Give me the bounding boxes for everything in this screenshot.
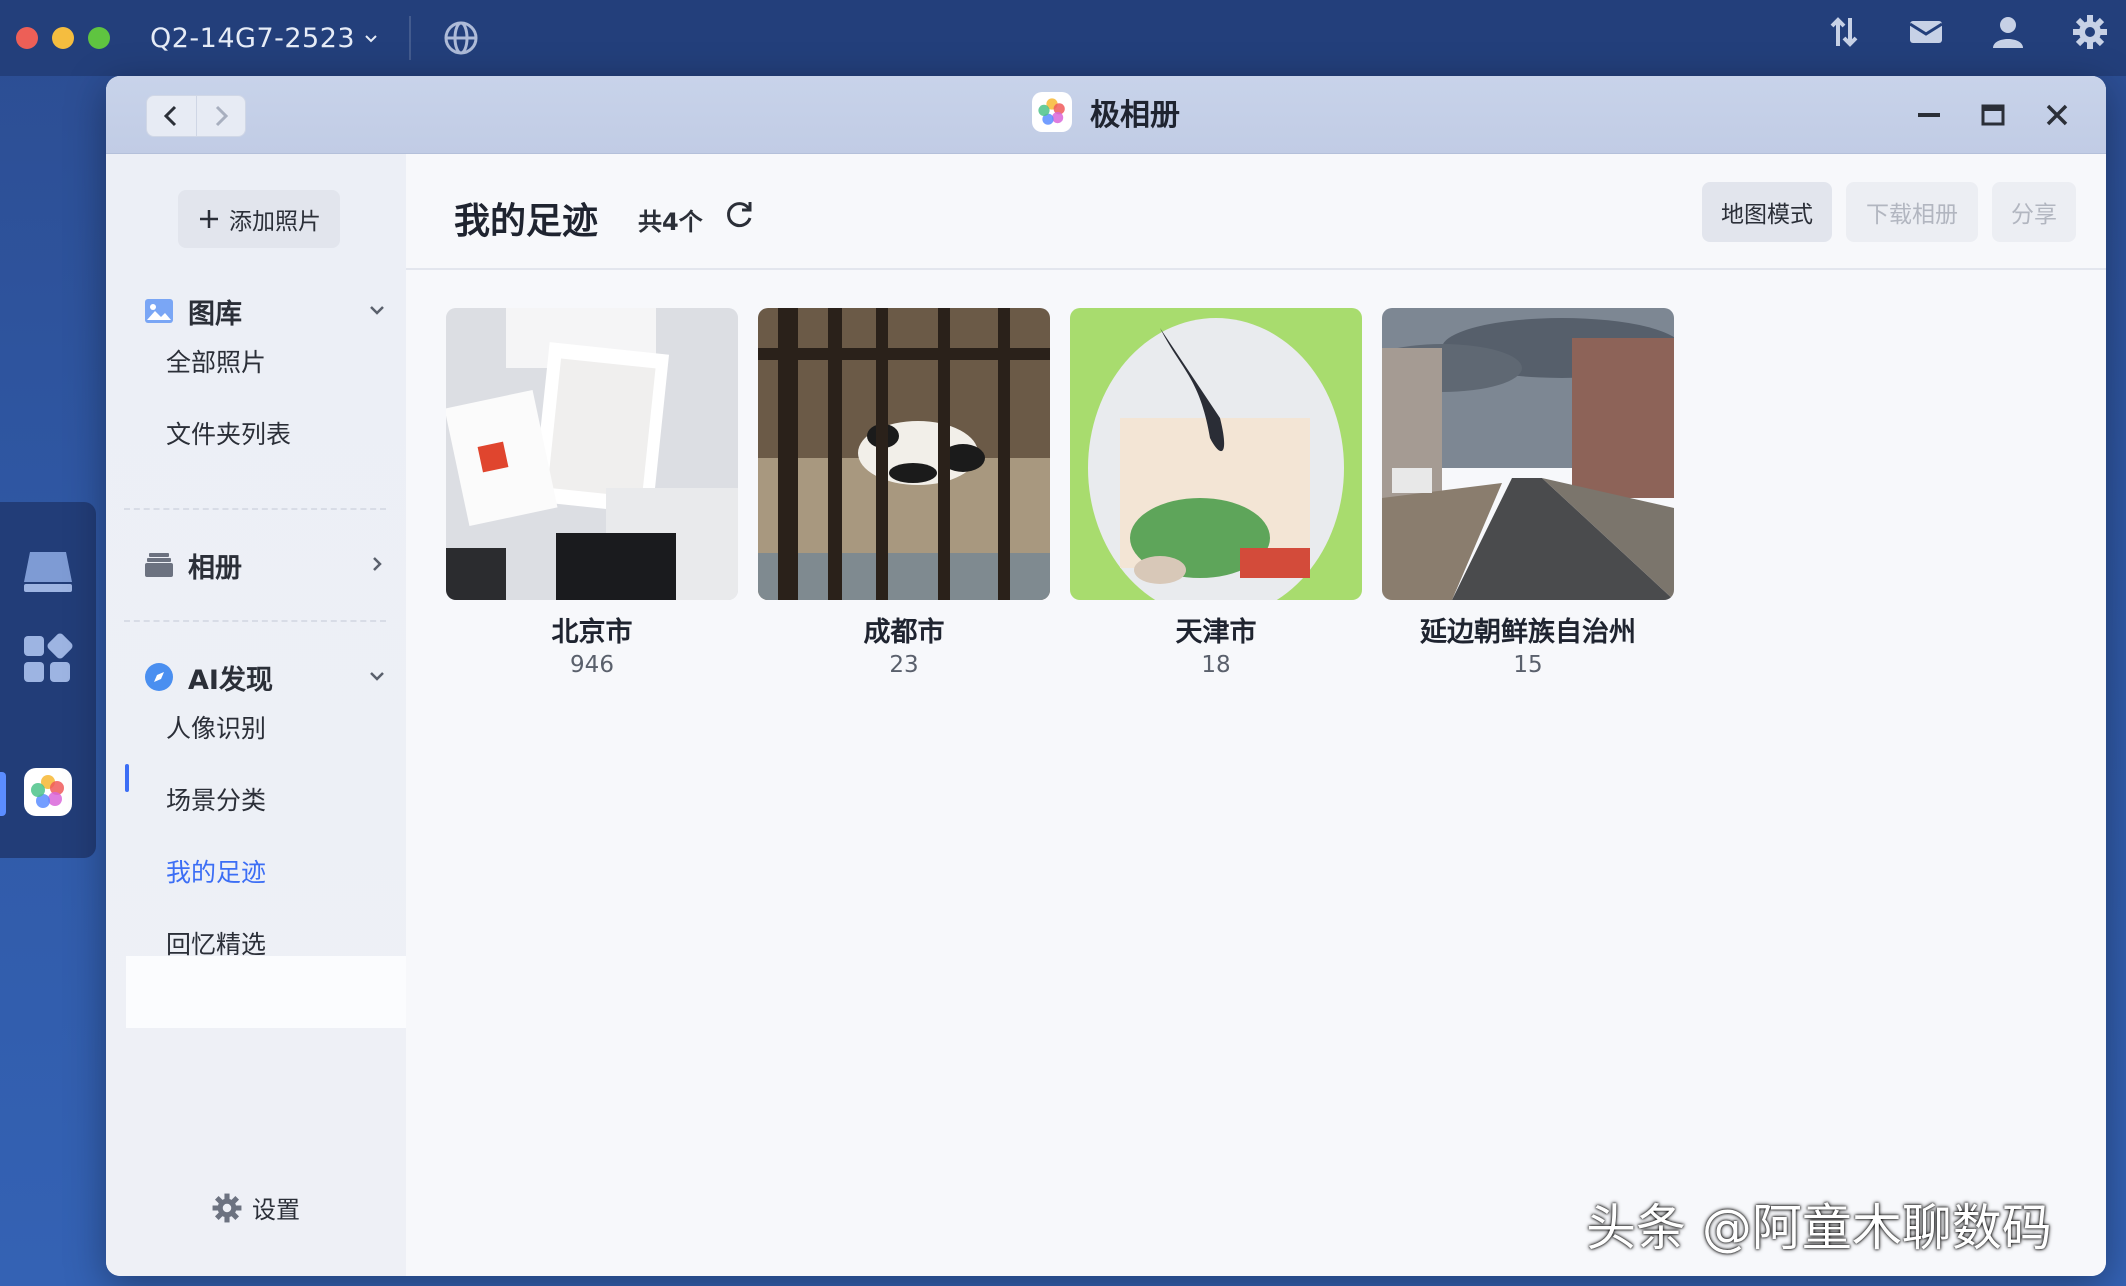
close-window-dot[interactable] (16, 27, 38, 49)
settings-icon[interactable] (2070, 12, 2110, 52)
map-mode-button[interactable]: 地图模式 (1702, 182, 1832, 242)
place-card[interactable]: 成都市 23 (758, 308, 1050, 678)
sidebar: 添加照片 图库 全部照片 文件夹列表 相册 AI发现 人像识别 场景分类 我的足… (106, 154, 406, 1276)
sidebar-item-folder-list[interactable]: 文件夹列表 (166, 410, 291, 460)
window-controls (1912, 98, 2074, 132)
traffic-lights (16, 27, 110, 49)
flower-icon (1038, 98, 1065, 125)
sidebar-section-label: 图库 (188, 298, 242, 330)
minimize-icon (1918, 113, 1940, 117)
place-name: 延边朝鲜族自治州 (1420, 617, 1636, 648)
add-photos-label: 添加照片 (229, 209, 321, 235)
watermark-text: 头条 @阿童木聊数码 (1586, 1199, 2052, 1257)
photo-boxes-image (446, 308, 738, 600)
place-count: 15 (1513, 652, 1543, 678)
sidebar-section-label: AI发现 (188, 664, 273, 696)
download-album-button[interactable]: 下载相册 (1846, 182, 1978, 242)
divider (409, 16, 412, 60)
page-title: 我的足迹 (454, 201, 599, 242)
globe-icon[interactable] (441, 18, 481, 58)
place-card[interactable]: 天津市 18 (1070, 308, 1362, 678)
place-thumbnail (446, 308, 738, 600)
item-count: 共4个 (638, 208, 703, 236)
user-icon[interactable] (1988, 12, 2028, 52)
window-titlebar: 极相册 (106, 76, 2106, 154)
app-logo (1032, 92, 1072, 132)
nav-buttons (146, 95, 246, 137)
panda-image (758, 308, 1050, 600)
place-thumbnail (758, 308, 1050, 600)
window-title: 极相册 (1032, 90, 1180, 134)
sidebar-item-memories[interactable]: 回忆精选 (166, 920, 266, 970)
place-name: 北京市 (551, 617, 633, 648)
aquarium-image (1070, 308, 1362, 600)
dock-active-indicator (0, 772, 6, 816)
gear-icon (212, 1193, 242, 1222)
gallery-icon (145, 299, 173, 323)
place-thumbnail (1382, 308, 1674, 600)
place-name: 天津市 (1175, 617, 1257, 648)
place-name: 成都市 (863, 617, 945, 648)
share-button[interactable]: 分享 (1992, 182, 2076, 242)
place-count: 18 (1201, 652, 1231, 678)
album-icon (145, 553, 173, 577)
maximize-icon (1981, 104, 2005, 126)
forward-button[interactable] (197, 96, 246, 136)
desktop-topbar: Q2-14G7-2523 (0, 0, 2126, 76)
chevron-right-icon (373, 557, 382, 571)
close-button[interactable] (2040, 98, 2074, 132)
back-button[interactable] (147, 96, 197, 136)
app-window: 极相册 添加照片 图库 全部照片 文件夹列表 相册 AI发现 人像识别 场景分类… (106, 76, 2106, 1276)
flower-icon (31, 775, 64, 808)
sidebar-item-all-photos[interactable]: 全部照片 (166, 338, 266, 388)
refresh-icon[interactable] (722, 198, 756, 232)
sidebar-section-library[interactable]: 图库 (144, 286, 394, 336)
photos-app-icon[interactable] (24, 768, 72, 816)
add-photos-button[interactable]: 添加照片 (178, 190, 340, 248)
compass-icon (145, 663, 173, 691)
sidebar-item-my-footprints[interactable]: 我的足迹 (166, 848, 266, 898)
mail-icon[interactable] (1906, 12, 1946, 52)
minimize-window-dot[interactable] (52, 27, 74, 49)
window-title-text: 极相册 (1090, 98, 1180, 133)
settings-button[interactable]: 设置 (210, 1190, 300, 1225)
close-icon (2046, 104, 2068, 126)
sidebar-section-albums[interactable]: 相册 (144, 540, 394, 590)
chevron-down-icon (370, 306, 384, 315)
main-content: 我的足迹 共4个 地图模式 下载相册 分享 北京市 946 成都市 23 天津市… (406, 154, 2106, 1276)
maximize-button[interactable] (1976, 98, 2010, 132)
chevron-right-icon (215, 105, 228, 127)
device-name: Q2-14G7-2523 (150, 22, 356, 54)
sidebar-item-face-recognition[interactable]: 人像识别 (166, 704, 266, 754)
place-thumbnail (1070, 308, 1362, 600)
dock (0, 502, 96, 858)
transfer-icon[interactable] (1824, 12, 1864, 52)
settings-label: 设置 (252, 1196, 300, 1224)
sidebar-section-label: 相册 (188, 552, 242, 584)
sidebar-section-ai-discover[interactable]: AI发现 (144, 652, 394, 702)
drive-icon[interactable] (20, 542, 76, 598)
place-count: 23 (889, 652, 919, 678)
section-indicator (125, 764, 129, 792)
chevron-down-icon (365, 35, 377, 43)
device-selector[interactable]: Q2-14G7-2523 (150, 23, 379, 54)
zoom-window-dot[interactable] (88, 27, 110, 49)
place-card[interactable]: 北京市 946 (446, 308, 738, 678)
divider (124, 508, 386, 510)
sidebar-item-scene-classification[interactable]: 场景分类 (166, 776, 266, 826)
divider (124, 620, 386, 622)
chevron-down-icon (370, 672, 384, 681)
main-header: 我的足迹 共4个 地图模式 下载相册 分享 (406, 154, 2106, 270)
plus-icon (200, 210, 218, 228)
chevron-left-icon (164, 105, 177, 127)
street-image (1382, 308, 1674, 600)
minimize-button[interactable] (1912, 98, 1946, 132)
apps-grid-icon[interactable] (20, 632, 76, 688)
place-count: 946 (570, 652, 614, 678)
place-card[interactable]: 延边朝鲜族自治州 15 (1382, 308, 1674, 678)
